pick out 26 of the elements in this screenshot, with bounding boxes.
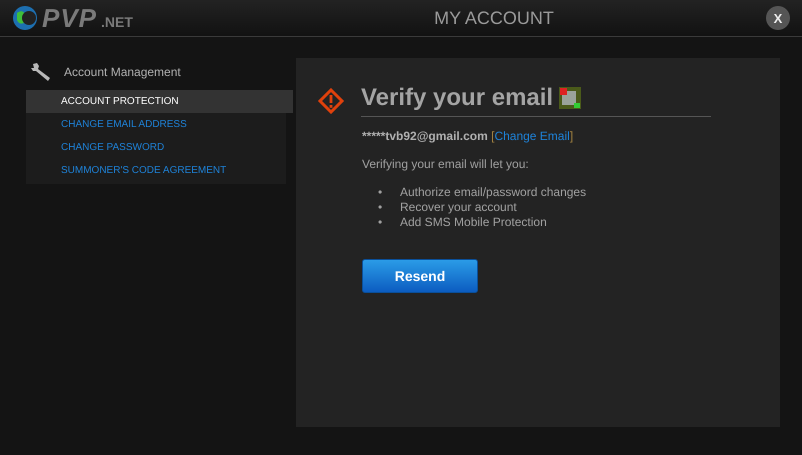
- sidebar-item[interactable]: CHANGE EMAIL ADDRESS: [26, 113, 286, 136]
- window-title: MY ACCOUNT: [433, 8, 555, 28]
- bullet: •: [378, 200, 384, 215]
- sidebar-item[interactable]: CHANGE PASSWORD: [26, 136, 286, 159]
- benefit-item: Recover your account: [400, 200, 517, 215]
- bullet: •: [378, 185, 384, 200]
- close-button[interactable]: X: [766, 6, 790, 30]
- badge-icon: [559, 87, 582, 109]
- logo-text: PVP: [42, 2, 98, 34]
- bracket-open: [: [491, 129, 494, 143]
- intro-text: Verifying your email will let you:: [362, 157, 530, 171]
- change-email-link[interactable]: Change Email: [494, 129, 570, 143]
- email-address: *****tvb92@gmail.com: [362, 129, 488, 143]
- sidebar-item[interactable]: ACCOUNT PROTECTION: [26, 90, 293, 113]
- heading: Verify your email: [361, 84, 554, 112]
- warning-icon: [318, 88, 344, 114]
- logo-suffix: .NET: [101, 14, 133, 30]
- globe-icon: [12, 5, 38, 31]
- bullet: •: [378, 215, 384, 230]
- wrench-icon: [30, 62, 52, 82]
- sidebar-item[interactable]: SUMMONER'S CODE AGREEMENT: [26, 159, 286, 182]
- benefit-item: Add SMS Mobile Protection: [400, 215, 547, 230]
- bracket-close: ]: [570, 129, 574, 143]
- benefit-item: Authorize email/password changes: [400, 185, 586, 200]
- section-heading: Account Management: [64, 65, 181, 79]
- resend-button[interactable]: Resend: [362, 259, 478, 293]
